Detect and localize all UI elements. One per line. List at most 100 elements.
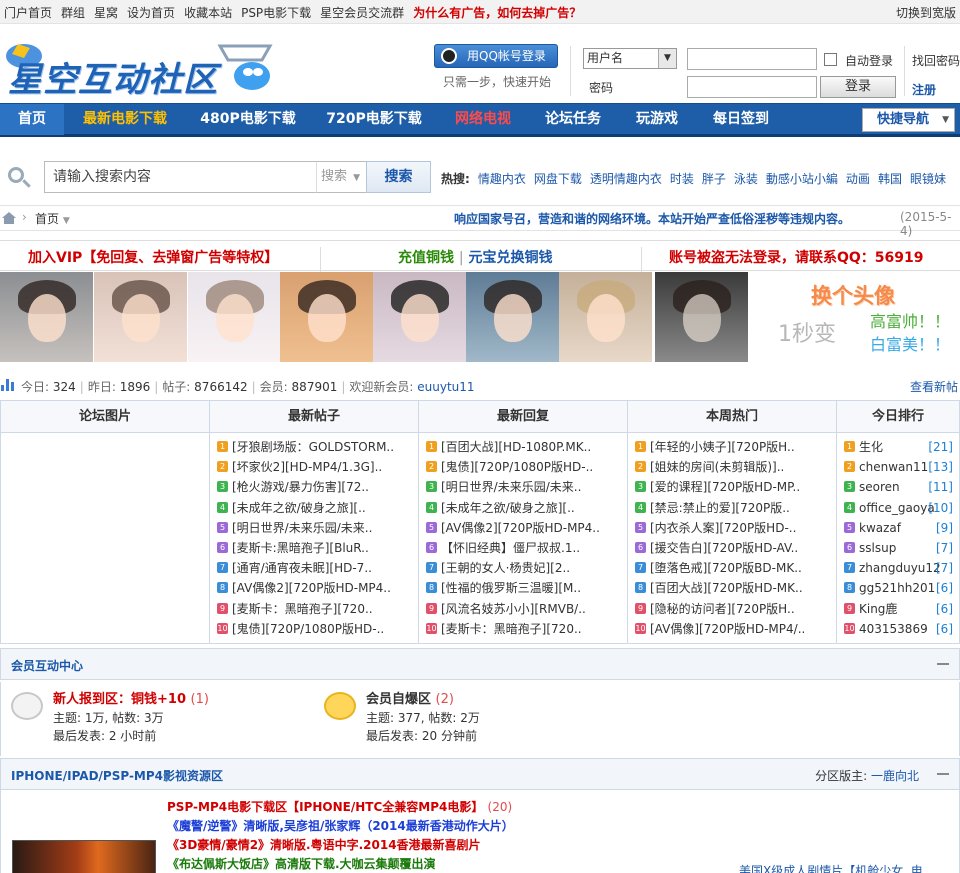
ranking-row[interactable]: 10 403153869 [6] [843,619,959,639]
thread-link[interactable]: 8 [AV偶像2][720P版HD-MP4.. [216,578,418,598]
thread-link[interactable]: 4 [未成年之欲/破身之旅][.. [216,498,418,518]
member-photo[interactable] [0,272,93,362]
thread-link[interactable]: 6 [援交告白][720P版HD-AV.. [634,538,836,558]
collapse-icon[interactable] [937,663,949,665]
member-photo[interactable] [466,272,559,362]
member-photo[interactable] [373,272,466,362]
ranking-row[interactable]: 4 office_gaoya [10] [843,498,959,518]
ranking-row[interactable]: 5 kwazaf [9] [843,518,959,538]
ranking-row[interactable]: 3 seoren [11] [843,477,959,497]
thread-link[interactable]: 7 [堕落色戒][720P版BD-MK.. [634,558,836,578]
thread-link[interactable]: 9 [隐秘的访问者][720P版H.. [634,599,836,619]
hot-term[interactable]: 透明情趣内衣 [590,172,662,186]
hot-term[interactable]: 时装 [670,172,694,186]
thread-link[interactable]: 4 [禁忌:禁止的爱][720P版.. [634,498,836,518]
quick-nav-button[interactable]: 快捷导航 ▼ [862,108,955,132]
search-type-select[interactable]: 搜索 ▼ [316,161,367,193]
change-avatar-ad[interactable]: 换个头像 1秒变 高富帅！！ 白富美！！ [752,272,960,362]
view-new-posts-link[interactable]: 查看新帖 [910,378,958,395]
breadcrumb-current[interactable]: 首页 ▼ [35,210,70,227]
forum-thumbnail[interactable] [12,840,156,873]
nav-daily-checkin[interactable]: 每日签到 [696,104,786,135]
nav-home[interactable]: 首页 [0,104,64,135]
link-portal-home[interactable]: 门户首页 [4,6,52,20]
register-link[interactable]: 注册 [912,81,936,98]
thread-link[interactable]: 6 [麦斯卡:黑暗孢子][BluR.. [216,538,418,558]
recharge-banner[interactable]: 充值铜钱 | 元宝兑换铜钱 [398,247,552,267]
link-psp-movies[interactable]: PSP电影下载 [241,6,311,20]
forum-link[interactable]: 《3D豪情/豪情2》清晰版.粤语中字.2014香港最新喜剧片 [167,836,514,855]
site-logo[interactable]: 星空互动社区 [0,26,300,100]
thread-link[interactable]: 9 [麦斯卡：黑暗孢子][720.. [216,599,418,619]
vip-banner[interactable]: 加入VIP【免回复、去弹窗广告等特权】 [28,247,278,267]
auto-login-checkbox[interactable] [824,53,837,66]
hot-term[interactable]: 动画 [846,172,870,186]
collapse-icon[interactable] [937,773,949,775]
thread-link[interactable]: 1 [百团大战][HD-1080P.MK.. [425,437,627,457]
link-groups[interactable]: 群组 [61,6,85,20]
thread-link[interactable]: 2 [鬼债][720P/1080P版HD-.. [425,457,627,477]
hot-term[interactable]: 泳装 [734,172,758,186]
thread-link[interactable]: 5 [明日世界/未来乐园/未来.. [216,518,418,538]
search-input[interactable]: 请输入搜索内容 [44,161,318,193]
login-button[interactable]: 登录 [820,76,896,98]
thread-link[interactable]: 8 [百团大战][720P版HD-MK.. [634,578,836,598]
forum-title[interactable]: PSP-MP4电影下载区【IPHONE/HTC全兼容MP4电影】 (20) [167,798,514,817]
search-button[interactable]: 搜索 [366,161,431,193]
member-photo[interactable] [188,272,281,362]
thread-link[interactable]: 9 [风流名妓苏小小][RMVB/.. [425,599,627,619]
link-set-homepage[interactable]: 设为首页 [127,6,175,20]
thread-link[interactable]: 3 [爱的课程][720P版HD-MP.. [634,477,836,497]
forum-link[interactable]: 《布达佩斯大饭店》高清版下载.大咖云集颠覆出演 [167,855,514,873]
hot-term[interactable]: 眼镜妹 [910,172,946,186]
thread-link[interactable]: 2 [姐妹的房间(未剪辑版)].. [634,457,836,477]
new-member-link[interactable]: euuytu11 [417,380,474,394]
login-type-select[interactable]: 用户名 ▼ [583,48,677,69]
ranking-row[interactable]: 6 sslsup [7] [843,538,959,558]
thread-link[interactable]: 1 [牙狼剧场版：GOLDSTORM.. [216,437,418,457]
password-input[interactable] [687,76,817,98]
hot-term[interactable]: 网盘下载 [534,172,582,186]
ranking-row[interactable]: 8 gg521hh201 [6] [843,578,959,598]
thread-link[interactable]: 5 [内衣杀人案][720P版HD-.. [634,518,836,538]
nav-forum-tasks[interactable]: 论坛任务 [528,104,618,135]
ranking-row[interactable]: 9 King鹿 [6] [843,599,959,619]
link-member-group[interactable]: 星空会员交流群 [320,6,404,20]
nav-web-tv[interactable]: 网络电视 [438,104,528,135]
member-photo[interactable] [94,272,187,362]
nav-latest-movies[interactable]: 最新电影下载 [64,104,186,135]
latest-post-link[interactable]: 美国X级成人剧情片【机舱少女. 电 [739,862,923,873]
thread-link[interactable]: 10 [麦斯卡：黑暗孢子][720.. [425,619,627,639]
find-password-link[interactable]: 找回密码 [912,52,960,69]
thread-link[interactable]: 7 [王朝的女人·杨贵妃][2.. [425,558,627,578]
hot-term[interactable]: 情趣内衣 [478,172,526,186]
ranking-row[interactable]: 1 生化 [21] [843,437,959,457]
thread-link[interactable]: 4 [未成年之欲/破身之旅][.. [425,498,627,518]
nav-480p[interactable]: 480P电影下载 [186,104,310,135]
member-photo[interactable] [655,272,748,362]
thread-link[interactable]: 1 [年轻的小姨子][720P版H.. [634,437,836,457]
link-nest[interactable]: 星窝 [94,6,118,20]
qq-login-button[interactable]: 用QQ帐号登录 [434,44,558,68]
nav-720p[interactable]: 720P电影下载 [310,104,438,135]
hot-term[interactable]: 胖子 [702,172,726,186]
ranking-row[interactable]: 7 zhangduyu12 [7] [843,558,959,578]
site-notice[interactable]: 响应国家号召，营造和谐的网络环境。本站开始严查低俗淫秽等违规内容。 [454,210,850,227]
thread-link[interactable]: 3 [明日世界/未来乐园/未来.. [425,477,627,497]
hot-term[interactable]: 動感小站小編 [766,172,838,186]
forum-link[interactable]: 《魔警/逆警》清晰版,吴彦祖/张家辉（2014最新香港动作大片） [167,817,514,836]
thread-link[interactable]: 3 [枪火游戏/暴力伤害][72.. [216,477,418,497]
link-bookmark[interactable]: 收藏本站 [184,6,232,20]
hot-term[interactable]: 韩国 [878,172,902,186]
forum-title[interactable]: 新人报到区：铜钱+10 (1) [53,691,209,709]
thread-link[interactable]: 6 【怀旧经典】僵尸叔叔.1.. [425,538,627,558]
ranking-row[interactable]: 2 chenwan11 [13] [843,457,959,477]
thread-link[interactable]: 2 [坏家伙2][HD-MP4/1.3G].. [216,457,418,477]
thread-link[interactable]: 10 [鬼债][720P/1080P版HD-.. [216,619,418,639]
link-ad-question[interactable]: 为什么有广告，如何去掉广告？ [413,6,581,20]
thread-link[interactable]: 5 [AV偶像2][720P版HD-MP4.. [425,518,627,538]
username-input[interactable] [687,48,817,70]
section-title[interactable]: 会员互动中心 [11,657,83,674]
member-photo[interactable] [280,272,373,362]
stolen-account-banner[interactable]: 账号被盗无法登录，请联系QQ：56919 [669,247,924,267]
